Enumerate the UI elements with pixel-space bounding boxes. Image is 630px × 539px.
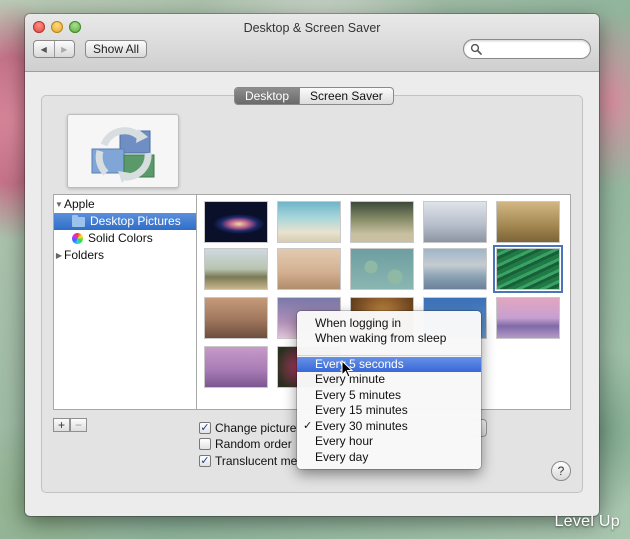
wallpaper-thumbnail[interactable]	[496, 201, 560, 243]
tab-screen-saver[interactable]: Screen Saver	[299, 88, 393, 104]
rotating-pictures-icon	[91, 127, 155, 183]
source-list[interactable]: ▼ Apple Desktop Pictures Solid Colors ▶ …	[53, 194, 197, 410]
chevron-right-icon: ▶	[61, 44, 68, 54]
source-item-solid-colors[interactable]: Solid Colors	[54, 230, 196, 247]
wallpaper-thumbnail[interactable]	[204, 248, 268, 290]
folder-icon	[72, 214, 85, 227]
interval-menu[interactable]: When logging in When waking from sleep E…	[297, 311, 481, 469]
window-title: Desktop & Screen Saver	[243, 21, 381, 35]
translucent-menu-option[interactable]: ✓ Translucent me	[199, 453, 297, 468]
wallpaper-thumbnail[interactable]	[204, 297, 268, 339]
wallpaper-thumbnail[interactable]	[423, 201, 487, 243]
menu-separator	[297, 355, 481, 356]
help-button[interactable]: ?	[551, 461, 571, 481]
tab-desktop[interactable]: Desktop	[235, 88, 300, 104]
pane-tabs: Desktop Screen Saver	[234, 87, 394, 105]
translucent-menu-label: Translucent me	[215, 453, 298, 468]
source-item-label: Desktop Pictures	[90, 214, 181, 228]
wallpaper-thumbnail[interactable]	[350, 201, 414, 243]
menu-item-every-minute[interactable]: Every minute	[297, 372, 481, 387]
forward-button[interactable]: ▶	[53, 41, 75, 57]
disclosure-triangle-right-icon[interactable]: ▶	[54, 247, 64, 264]
change-picture-checkbox[interactable]: ✓	[199, 421, 211, 434]
source-item-desktop-pictures[interactable]: Desktop Pictures	[54, 213, 196, 230]
wallpaper-thumbnail[interactable]	[350, 248, 414, 290]
change-picture-label: Change picture	[215, 420, 297, 435]
source-group-label: Apple	[64, 197, 95, 211]
chevron-left-icon: ◀	[40, 44, 47, 54]
wallpaper-thumbnail-selected[interactable]	[493, 245, 563, 293]
show-all-button[interactable]: Show All	[85, 40, 147, 58]
menu-item-every-day[interactable]: Every day	[297, 450, 481, 465]
random-order-label: Random order	[215, 436, 292, 451]
checkmark-icon: ✓	[303, 420, 313, 432]
random-order-checkbox[interactable]	[199, 437, 211, 450]
source-group-folders[interactable]: ▶ Folders	[54, 247, 196, 264]
menu-item-every-5-seconds[interactable]: Every 5 seconds	[297, 357, 481, 372]
wallpaper-thumbnail[interactable]	[423, 248, 487, 290]
wallpaper-thumbnail[interactable]	[204, 201, 268, 243]
add-folder-button[interactable]: +	[53, 418, 70, 432]
remove-folder-button[interactable]: −	[70, 418, 87, 432]
menu-item-every-5-minutes[interactable]: Every 5 minutes	[297, 388, 481, 403]
wallpaper-thumbnail[interactable]	[277, 201, 341, 243]
menu-item-when-waking[interactable]: When waking from sleep	[297, 331, 481, 346]
menu-item-every-hour[interactable]: Every hour	[297, 434, 481, 449]
watermark-text: Level Up	[554, 513, 620, 530]
back-forward-buttons: ◀ ▶	[33, 40, 75, 58]
color-wheel-icon	[72, 233, 83, 244]
title-bar[interactable]: Desktop & Screen Saver ◀ ▶ Show All	[25, 14, 599, 72]
desktop-preview	[67, 114, 179, 188]
source-item-label: Solid Colors	[88, 231, 153, 245]
mouse-pointer-icon	[341, 360, 353, 378]
translucent-menu-checkbox[interactable]: ✓	[199, 454, 211, 467]
wallpaper-thumbnail[interactable]	[496, 297, 560, 339]
wallpaper-thumbnail[interactable]	[277, 248, 341, 290]
menu-item-every-15-minutes[interactable]: Every 15 minutes	[297, 403, 481, 418]
magnifier-icon	[470, 43, 482, 55]
source-group-label: Folders	[64, 248, 105, 262]
menu-item-every-30-minutes[interactable]: ✓ Every 30 minutes	[297, 419, 481, 434]
change-picture-option[interactable]: ✓ Change picture	[199, 420, 296, 435]
random-order-option[interactable]: Random order	[199, 436, 292, 451]
source-group-apple[interactable]: ▼ Apple	[54, 196, 196, 213]
disclosure-triangle-down-icon[interactable]: ▼	[54, 196, 64, 213]
menu-item-when-logging-in[interactable]: When logging in	[297, 316, 481, 331]
menu-item-label: Every 30 minutes	[315, 419, 408, 433]
search-field[interactable]	[463, 39, 591, 59]
wallpaper-thumbnail[interactable]	[204, 346, 268, 388]
back-button[interactable]: ◀	[34, 41, 54, 57]
